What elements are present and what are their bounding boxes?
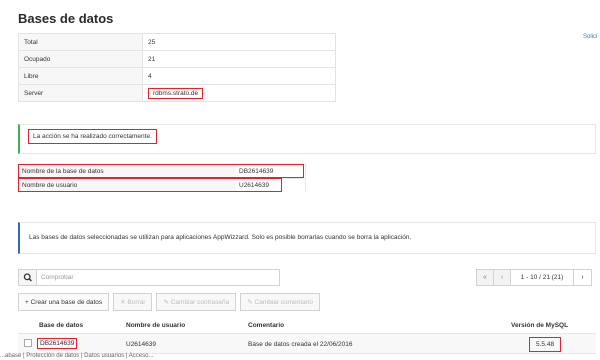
column-header-user[interactable]: Nombre de usuario: [123, 318, 188, 334]
summary-label: Ocupado: [18, 50, 143, 68]
page-title: Bases de datos: [18, 11, 114, 26]
detail-row-username: Nombre de usuario U2614639: [18, 178, 306, 192]
cell-comment: Base de datos creada el 22/06/2016: [248, 341, 353, 348]
column-header-mysql[interactable]: Versión de MySQL: [508, 318, 571, 334]
detail-table: Nombre de la base de datos DB2614639 Nom…: [18, 164, 306, 192]
next-page-button[interactable]: ›: [573, 269, 592, 286]
summary-row-total: Total 25: [18, 33, 336, 51]
server-value: rdbms.strato.de: [148, 87, 204, 99]
breadcrumb: ...abase | Protección de datos | Datos u…: [0, 353, 154, 359]
success-message: La acción se ha realizado correctamente.: [28, 129, 157, 144]
summary-value: 4: [142, 67, 336, 85]
detail-row-dbname: Nombre de la base de datos DB2614639: [18, 164, 306, 178]
db-name-value: DB2614639: [37, 338, 78, 349]
summary-value: 21: [142, 50, 336, 68]
search-box: [18, 269, 280, 286]
search-icon[interactable]: [19, 270, 37, 285]
table-header: Base de datos Nombre de usuario Comentar…: [18, 318, 596, 334]
detail-label: Nombre de la base de datos: [18, 164, 236, 178]
search-input[interactable]: [41, 272, 271, 283]
toolbar: + Crear una base de datos ✕ Borrar ✎ Cam…: [18, 293, 324, 311]
mysql-version-value: 5.5.48: [529, 337, 562, 352]
cell-user: U2614639: [126, 341, 156, 348]
first-page-button[interactable]: «: [476, 269, 494, 286]
summary-value: 25: [142, 33, 336, 51]
delete-button[interactable]: ✕ Borrar: [113, 293, 153, 311]
info-note: Las bases de datos seleccionadas se util…: [18, 222, 596, 254]
cell-mysql: 5.5.48: [526, 335, 564, 352]
change-comment-button[interactable]: ✎ Cambiar comentario: [240, 293, 321, 311]
cell-db: DB2614639: [34, 336, 80, 351]
summary-label: Total: [18, 33, 143, 51]
info-note-text: Las bases de datos seleccionadas se util…: [29, 234, 412, 241]
detail-label: Nombre de usuario: [18, 178, 236, 192]
pagination: « ‹ 1 - 10 / 21 (21) ›: [476, 269, 592, 286]
summary-row-server: Server rdbms.strato.de: [18, 84, 336, 102]
summary-row-used: Ocupado 21: [18, 50, 336, 68]
summary-label: Server: [18, 84, 143, 102]
column-header-db[interactable]: Base de datos: [36, 318, 86, 334]
row-checkbox[interactable]: [24, 339, 32, 347]
detail-value: DB2614639: [236, 164, 306, 178]
success-alert: La acción se ha realizado correctamente.: [18, 124, 596, 154]
prev-page-button[interactable]: ‹: [493, 269, 511, 286]
summary-value: rdbms.strato.de: [142, 84, 336, 102]
change-password-button[interactable]: ✎ Cambiar contraseña: [156, 293, 237, 311]
database-table: Base de datos Nombre de usuario Comentar…: [18, 318, 596, 354]
detail-value: U2614639: [236, 178, 306, 192]
summary-row-free: Libre 4: [18, 67, 336, 85]
column-header-comment[interactable]: Comentario: [245, 318, 287, 334]
summary-label: Libre: [18, 67, 143, 85]
page-info: 1 - 10 / 21 (21): [510, 269, 574, 286]
table-row[interactable]: DB2614639 U2614639 Base de datos creada …: [18, 334, 596, 354]
side-link[interactable]: Solici: [583, 34, 597, 40]
summary-table: Total 25 Ocupado 21 Libre 4 Server rdbms…: [18, 33, 336, 102]
create-database-button[interactable]: + Crear una base de datos: [18, 293, 110, 311]
